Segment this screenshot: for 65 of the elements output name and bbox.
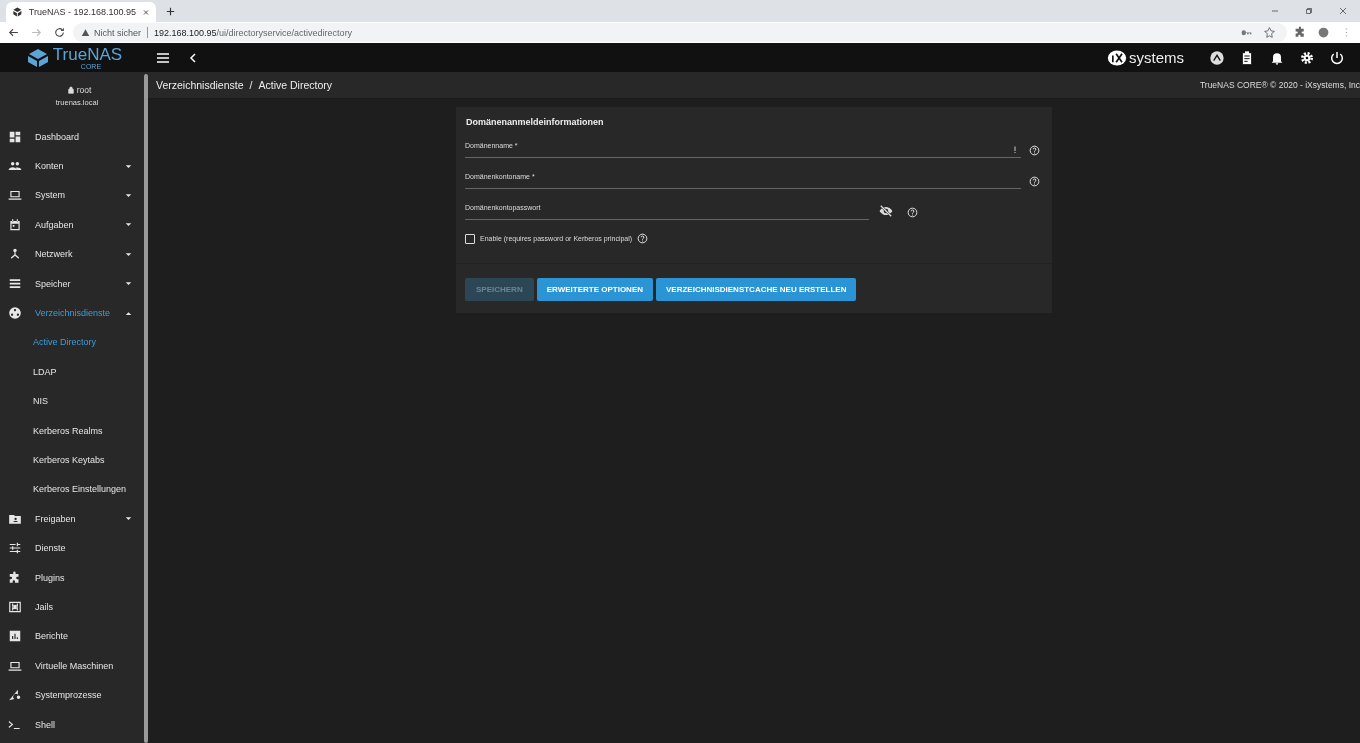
close-icon[interactable] (141, 7, 150, 17)
nav-item[interactable]: Speicher (0, 268, 148, 299)
scrollbar[interactable] (144, 74, 148, 743)
nav-item[interactable]: System (0, 180, 148, 211)
back-icon[interactable] (7, 26, 20, 39)
breadcrumb-current: Active Directory (258, 79, 332, 91)
copyright-text: TrueNAS CORE® © 2020 - iXsystems, Inc (1199, 80, 1360, 90)
nav-item[interactable]: Berichte (0, 621, 148, 652)
cage-icon (8, 599, 22, 614)
nav-subitem[interactable]: Kerberos Einstellungen (0, 474, 148, 505)
close-icon[interactable] (1337, 5, 1349, 17)
new-tab-icon[interactable] (165, 5, 176, 17)
profile-icon[interactable] (1317, 26, 1330, 39)
sliders-icon (8, 541, 22, 556)
nav-item[interactable]: Verzeichnisdienste (0, 298, 148, 328)
power-icon[interactable] (1329, 49, 1345, 66)
laptop-icon (8, 188, 22, 203)
calendar-icon (8, 217, 22, 232)
checkbox[interactable] (465, 233, 475, 244)
address-bar[interactable]: Nicht sicher 192.168.100.95/ui/directoryservice/activedirectory (73, 23, 1287, 42)
gear-triangle-icon (8, 688, 22, 703)
nav-item[interactable]: Aufgaben (0, 210, 148, 240)
logo-text: TrueNAS (52, 45, 123, 63)
nav-item[interactable]: Netzwerk (0, 239, 148, 269)
nav-item[interactable]: Freigaben (0, 504, 148, 534)
clipboard-icon[interactable] (1239, 49, 1255, 66)
help-icon[interactable] (637, 233, 649, 244)
nav-subitem[interactable]: Kerberos Keytabs (0, 445, 148, 475)
nav-item[interactable]: Konten (0, 151, 148, 181)
circle-dots-icon (8, 306, 22, 321)
puzzle-icon[interactable] (1294, 26, 1307, 39)
reload-icon[interactable] (53, 26, 66, 39)
user-name: root (66, 85, 92, 95)
eye-off-icon[interactable] (879, 204, 893, 218)
nav-item[interactable]: Dienste (0, 533, 148, 563)
chart-icon (8, 629, 22, 644)
nav-item[interactable]: Systemprozesse (0, 680, 148, 710)
nav-subitem[interactable]: Active Directory (0, 327, 148, 358)
nav-item[interactable]: Jails (0, 592, 148, 622)
breadcrumb-separator: / (249, 79, 253, 91)
nav-subitem[interactable]: Kerberos Realms (0, 415, 148, 446)
dashboard-icon (8, 129, 22, 144)
warning-icon (81, 28, 90, 37)
network-icon (8, 247, 22, 262)
nav-item[interactable]: Plugins (0, 562, 148, 593)
help-icon[interactable] (1029, 176, 1040, 187)
nav-subitem[interactable]: NIS (0, 386, 148, 416)
list-icon (8, 276, 22, 291)
nav-subitem[interactable]: LDAP (0, 357, 148, 387)
vendor-logo-text: systems (1129, 49, 1184, 66)
browser-tab[interactable]: TrueNAS - 192.168.100.95 (6, 2, 156, 22)
settings-icon[interactable] (1299, 49, 1315, 66)
breadcrumb-link[interactable]: Verzeichnisdienste (156, 79, 244, 91)
help-icon[interactable] (1029, 145, 1040, 156)
puzzle-icon (8, 570, 22, 585)
nav-item[interactable]: Dashboard (0, 122, 148, 152)
logo-icon (12, 6, 23, 18)
star-icon[interactable] (1263, 26, 1276, 39)
card-title: Domänenanmeldeinformationen (465, 116, 605, 127)
truecommand-icon[interactable] (1209, 49, 1225, 66)
lock-icon (66, 86, 75, 94)
nav-item[interactable]: Virtuelle Maschinen (0, 651, 148, 681)
nav-item[interactable]: Shell (0, 709, 148, 740)
restore-icon[interactable] (1303, 5, 1315, 17)
help-icon[interactable] (907, 207, 918, 218)
